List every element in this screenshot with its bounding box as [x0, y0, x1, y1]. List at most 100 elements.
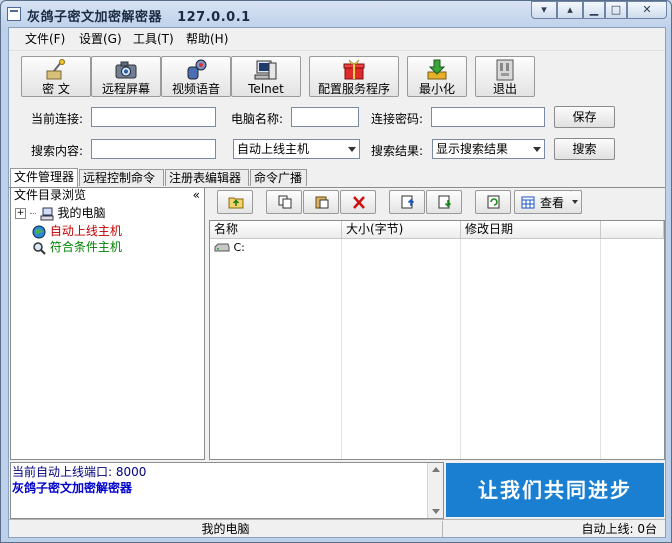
minimize-app-button[interactable]: 最小化 — [407, 56, 467, 97]
tree-item-label: 自动上线主机 — [49, 224, 122, 238]
tree-item-label: 符合条件主机 — [49, 240, 122, 254]
expand-icon[interactable]: + — [15, 208, 26, 219]
scroll-down-icon[interactable] — [432, 509, 440, 514]
menu-bar: 文件(F) 设置(G) 工具(T) 帮助(H) — [9, 28, 665, 51]
download-icon — [438, 195, 452, 209]
tab-registry-editor[interactable]: 注册表编辑器 — [165, 169, 249, 186]
upload-button[interactable] — [389, 190, 425, 214]
view-dropdown-button[interactable] — [570, 190, 582, 214]
column-divider — [341, 239, 342, 459]
current-connection-field[interactable] — [91, 107, 216, 127]
close-button[interactable]: ✕ — [627, 1, 667, 19]
terminal-icon — [254, 59, 278, 81]
status-current-node: 我的电脑 — [9, 521, 443, 537]
search-host-icon — [32, 241, 46, 255]
app-icon — [7, 7, 21, 21]
search-result-value: 显示搜索结果 — [436, 142, 509, 156]
tree-connector — [29, 213, 36, 214]
search-content-field[interactable] — [91, 139, 216, 159]
table-row[interactable]: C: — [214, 241, 245, 255]
computer-name-label: 电脑名称: — [231, 112, 284, 126]
window-title: 灰鸽子密文加密解密器 127.0.0.1 — [27, 6, 251, 25]
gift-box-icon — [342, 59, 366, 81]
log-line: 当前自动上线端口: 8000 — [12, 465, 147, 479]
search-scope-value: 自动上线主机 — [237, 142, 310, 156]
menu-help[interactable]: 帮助(H) — [182, 31, 232, 47]
status-auto-online-count: 0台 — [637, 522, 657, 536]
minimize-app-button-label: 最小化 — [418, 82, 455, 96]
directory-tree-pane: 文件目录浏览 « + 我的电脑 自动上线主机 符合条件主机 — [10, 187, 205, 460]
download-button[interactable] — [426, 190, 462, 214]
connect-password-label: 连接密码: — [371, 112, 424, 126]
video-voice-button-label: 视频语音 — [171, 82, 220, 96]
parent-folder-button[interactable] — [217, 190, 253, 214]
log-panel[interactable]: 当前自动上线端口: 8000 灰鸽子密文加密解密器 — [10, 462, 444, 519]
exit-button[interactable]: 退出 — [475, 56, 535, 97]
window-title-ip: 127.0.0.1 — [177, 10, 251, 25]
menu-caret-button[interactable]: ▾ — [531, 1, 557, 19]
tree-item-auto-online[interactable]: 自动上线主机 — [32, 223, 122, 239]
globe-icon — [32, 225, 46, 239]
search-scope-select[interactable]: 自动上线主机 — [233, 139, 360, 159]
collapse-icon[interactable]: « — [193, 188, 200, 202]
column-header-blank[interactable] — [601, 221, 664, 239]
minimize-icon: ▁ — [589, 3, 599, 16]
column-header-name[interactable]: 名称 — [210, 221, 342, 239]
refresh-button[interactable] — [475, 190, 511, 214]
window-title-text: 灰鸽子密文加密解密器 — [27, 10, 163, 25]
paste-button[interactable] — [303, 190, 339, 214]
video-voice-button[interactable]: 视频语音 — [161, 56, 231, 97]
copy-button[interactable] — [266, 190, 302, 214]
save-button[interactable]: 保存 — [554, 106, 615, 128]
column-header-modified[interactable]: 修改日期 — [461, 221, 601, 239]
search-result-select[interactable]: 显示搜索结果 — [432, 139, 545, 159]
tree-item-matching-hosts[interactable]: 符合条件主机 — [32, 239, 122, 255]
view-label: 查看 — [540, 196, 565, 210]
tab-remote-commands[interactable]: 远程控制命令 — [79, 169, 164, 186]
log-scrollbar[interactable] — [427, 463, 443, 518]
menu-file[interactable]: 文件(F) — [21, 31, 69, 47]
status-auto-online-label: 自动上线: — [581, 522, 634, 536]
drive-name: C: — [233, 241, 245, 254]
telnet-button[interactable]: Telnet — [231, 56, 301, 97]
tree-item-my-computer[interactable]: + 我的电脑 — [15, 205, 106, 221]
key-icon — [44, 59, 68, 81]
menu-settings[interactable]: 设置(G) — [75, 31, 126, 47]
download-arrow-icon — [425, 59, 449, 81]
connect-password-field[interactable] — [431, 107, 545, 127]
delete-button[interactable] — [340, 190, 376, 214]
dropdown-arrow-icon — [348, 147, 356, 152]
folder-up-icon — [228, 197, 244, 209]
tab-file-manager[interactable]: 文件管理器 — [10, 168, 78, 187]
log-line: 灰鸽子密文加密解密器 — [12, 481, 133, 495]
tab-command-broadcast[interactable]: 命令广播 — [250, 169, 307, 186]
connection-row: 当前连接: 电脑名称: 连接密码: 保存 — [9, 104, 665, 132]
main-toolbar: 密 文 远程屏幕 视频语音 Telnet 配置服务程序 最小化 退出 — [9, 52, 665, 102]
computer-name-field[interactable] — [291, 107, 359, 127]
menu-tools[interactable]: 工具(T) — [129, 31, 178, 47]
client-area: 文件(F) 设置(G) 工具(T) 帮助(H) 密 文 远程屏幕 视频语音 Te… — [8, 27, 666, 538]
remote-screen-button[interactable]: 远程屏幕 — [91, 56, 161, 97]
view-grid-icon — [521, 196, 535, 209]
file-list-view[interactable]: 名称 大小(字节) 修改日期 C: — [209, 220, 665, 460]
dropdown-arrow-icon — [533, 147, 541, 152]
computer-icon — [40, 207, 54, 221]
status-bar: 我的电脑 自动上线: 0台 — [9, 519, 665, 538]
caret-down-icon — [572, 200, 578, 204]
tree-header-label: 文件目录浏览 — [14, 188, 87, 202]
minimize-button[interactable]: ▁ — [583, 1, 605, 19]
file-list-pane: 查看 名称 大小(字节) 修改日期 C: — [209, 187, 665, 460]
close-icon: ✕ — [642, 3, 652, 16]
upload-icon — [401, 195, 415, 209]
title-bar[interactable]: 灰鸽子密文加密解密器 127.0.0.1 ▾ ▴ ▁ □ ✕ — [1, 1, 671, 27]
config-service-button[interactable]: 配置服务程序 — [309, 56, 399, 97]
config-service-button-label: 配置服务程序 — [317, 82, 390, 96]
scroll-up-icon[interactable] — [432, 467, 440, 472]
column-header-size[interactable]: 大小(字节) — [342, 221, 461, 239]
search-row: 搜索内容: 自动上线主机 搜索结果: 显示搜索结果 搜索 — [9, 136, 665, 164]
search-button[interactable]: 搜索 — [554, 138, 615, 160]
maximize-button[interactable]: □ — [605, 1, 627, 19]
caret-up-button[interactable]: ▴ — [557, 1, 583, 19]
search-result-label: 搜索结果: — [371, 144, 424, 158]
cipher-button[interactable]: 密 文 — [21, 56, 91, 97]
